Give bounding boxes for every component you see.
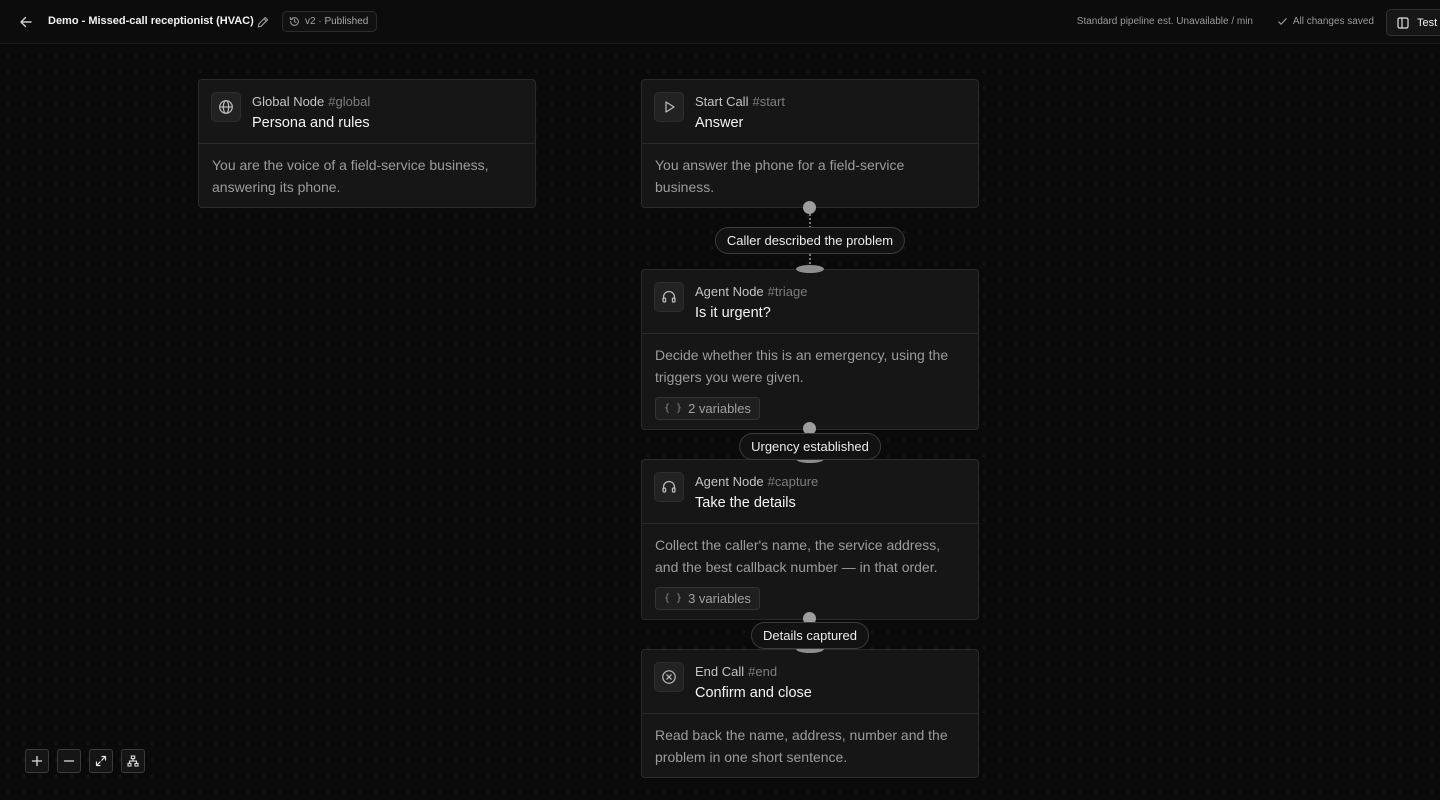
node-description: You are the voice of a field-service bus…	[212, 157, 489, 195]
node-type-name: Global Node	[252, 94, 325, 109]
node-name: Is it urgent?	[695, 305, 771, 321]
edge-label[interactable]: Urgency established	[739, 433, 881, 460]
node-name: Answer	[695, 115, 744, 131]
node-name: Take the details	[695, 495, 796, 511]
node-description: Decide whether this is an emergency, usi…	[655, 347, 949, 385]
headset-icon	[662, 480, 676, 493]
zoom-out-button[interactable]	[57, 749, 81, 773]
node-type: Agent Node #capture	[695, 474, 818, 489]
source-handle[interactable]	[803, 201, 816, 214]
fit-view-button[interactable]	[89, 749, 113, 773]
node-icon-wrap	[654, 92, 684, 122]
top-bar: Demo - Missed-call receptionist (HVAC) v…	[0, 0, 1440, 44]
node-type: Global Node #global	[252, 94, 370, 109]
node-name: Confirm and close	[695, 685, 812, 701]
node-type: Agent Node #triage	[695, 284, 807, 299]
edge-label[interactable]: Details captured	[751, 622, 869, 649]
braces-icon: { }	[664, 592, 683, 604]
node-body: Decide whether this is an emergency, usi…	[642, 334, 978, 432]
hierarchy-icon	[127, 755, 139, 767]
x-circle-icon	[662, 670, 676, 684]
history-icon	[289, 16, 299, 26]
node-description: Collect the caller's name, the service a…	[655, 537, 941, 575]
flow-title: Demo - Missed-call receptionist (HVAC)	[48, 15, 254, 27]
global-node[interactable]: Global Node #global Persona and rules You…	[198, 79, 536, 208]
panel-icon	[1397, 16, 1409, 29]
back-button[interactable]	[14, 10, 38, 34]
node-type-name: End Call	[695, 664, 745, 679]
capture-node[interactable]: Agent Node #capture Take the details Coll…	[641, 459, 979, 620]
rename-button[interactable]	[255, 14, 271, 30]
variables-count: 3 variables	[688, 590, 751, 606]
canvas-controls	[25, 749, 145, 773]
target-handle[interactable]	[796, 265, 824, 273]
node-id: #triage	[767, 284, 808, 299]
node-description: Read back the name, address, number and …	[655, 727, 948, 765]
node-type: End Call #end	[695, 664, 777, 679]
test-button[interactable]: Test	[1386, 9, 1440, 36]
expand-icon	[95, 755, 107, 767]
node-name: Persona and rules	[252, 115, 370, 131]
node-header: End Call #end Confirm and close	[642, 650, 978, 714]
pencil-icon	[257, 16, 269, 28]
save-status-label: All changes saved	[1292, 16, 1374, 27]
variables-chip[interactable]: { } 2 variables	[655, 397, 760, 420]
end-node[interactable]: End Call #end Confirm and close Read back…	[641, 649, 979, 778]
arrow-left-icon	[20, 16, 32, 28]
node-header: Global Node #global Persona and rules	[199, 80, 535, 144]
node-type-name: Agent Node	[695, 284, 764, 299]
braces-icon: { }	[664, 402, 683, 414]
node-type: Start Call #start	[695, 94, 785, 109]
node-id: #start	[752, 94, 785, 109]
node-type-name: Agent Node	[695, 474, 764, 489]
node-icon-wrap	[654, 472, 684, 502]
node-id: #global	[328, 94, 371, 109]
save-status: All changes saved	[1277, 16, 1374, 27]
edge-label[interactable]: Caller described the problem	[714, 227, 906, 254]
node-icon-wrap	[211, 92, 241, 122]
headset-icon	[662, 290, 676, 303]
auto-layout-button[interactable]	[121, 749, 145, 773]
triage-node[interactable]: Agent Node #triage Is it urgent? Decide w…	[641, 269, 979, 430]
play-icon	[665, 101, 675, 113]
globe-icon	[219, 100, 233, 114]
node-header: Agent Node #triage Is it urgent?	[642, 270, 978, 334]
node-type-name: Start Call	[695, 94, 749, 109]
test-button-label: Test	[1417, 16, 1438, 29]
check-icon	[1278, 18, 1287, 25]
node-id: #capture	[767, 474, 819, 489]
node-id: #end	[748, 664, 778, 679]
variables-count: 2 variables	[688, 400, 751, 416]
variables-chip[interactable]: { } 3 variables	[655, 587, 760, 610]
node-header: Start Call #start Answer	[642, 80, 978, 144]
version-badge[interactable]: v2 · Published	[282, 11, 378, 32]
plus-icon	[31, 755, 43, 767]
minus-icon	[63, 760, 75, 762]
version-label: v2 · Published	[305, 16, 369, 27]
node-header: Agent Node #capture Take the details	[642, 460, 978, 524]
node-icon-wrap	[654, 282, 684, 312]
start-node[interactable]: Start Call #start Answer You answer the p…	[641, 79, 979, 208]
node-body: Collect the caller's name, the service a…	[642, 524, 978, 622]
pipeline-estimate: Standard pipeline est. Unavailable / min	[1076, 16, 1253, 27]
zoom-in-button[interactable]	[25, 749, 49, 773]
node-icon-wrap	[654, 662, 684, 692]
